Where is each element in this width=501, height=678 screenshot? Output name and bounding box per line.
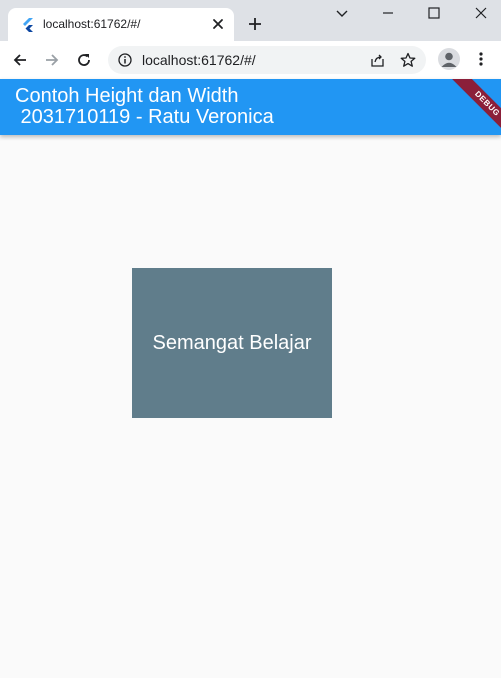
sized-container: Semangat Belajar bbox=[132, 268, 332, 418]
close-window-icon[interactable] bbox=[474, 6, 488, 20]
debug-banner: DEBUG bbox=[450, 79, 501, 135]
back-arrow-icon[interactable] bbox=[12, 52, 28, 68]
more-menu-icon[interactable] bbox=[474, 51, 488, 67]
close-tab-icon[interactable] bbox=[211, 17, 225, 31]
tab-title: localhost:61762/#/ bbox=[43, 17, 141, 31]
profile-avatar-icon[interactable] bbox=[438, 48, 460, 70]
address-bar[interactable]: localhost:61762/#/ bbox=[108, 46, 426, 74]
share-icon[interactable] bbox=[370, 53, 385, 68]
container-text: Semangat Belajar bbox=[152, 331, 312, 354]
reload-icon[interactable] bbox=[76, 52, 92, 68]
browser-toolbar: localhost:61762/#/ bbox=[0, 41, 501, 79]
tab-strip: localhost:61762/#/ bbox=[0, 0, 501, 41]
chevron-down-icon[interactable] bbox=[335, 6, 349, 20]
flutter-icon bbox=[23, 18, 33, 32]
app-bar-title: Contoh Height dan Width 2031710119 - Rat… bbox=[15, 85, 274, 128]
bookmark-star-icon[interactable] bbox=[400, 52, 416, 68]
info-icon[interactable] bbox=[118, 53, 132, 67]
app-bar: Contoh Height dan Width 2031710119 - Rat… bbox=[0, 79, 501, 135]
forward-arrow-icon[interactable] bbox=[44, 52, 60, 68]
maximize-icon[interactable] bbox=[427, 6, 441, 20]
url-text[interactable]: localhost:61762/#/ bbox=[142, 52, 256, 68]
new-tab-icon[interactable] bbox=[248, 17, 262, 31]
browser-tab[interactable]: localhost:61762/#/ bbox=[8, 8, 234, 41]
minimize-icon[interactable] bbox=[381, 6, 395, 20]
